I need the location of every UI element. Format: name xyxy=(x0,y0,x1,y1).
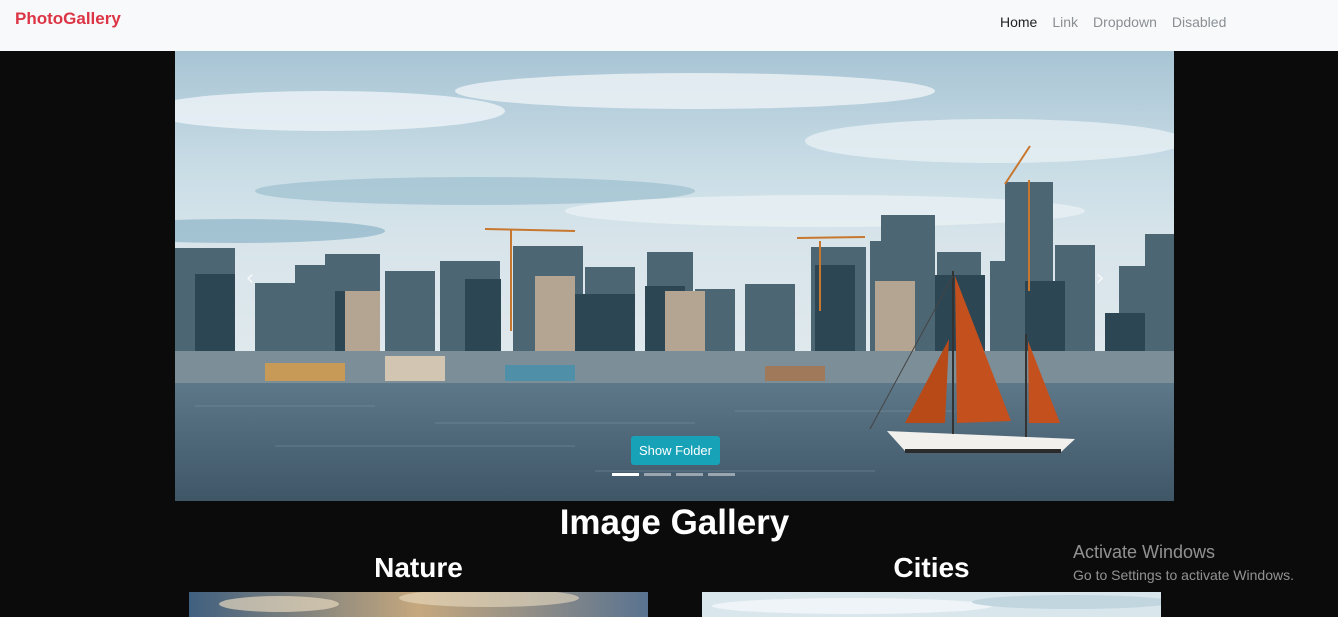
nav-disabled-link: Disabled xyxy=(1171,14,1227,30)
nav-dropdown-link[interactable]: Dropdown xyxy=(1093,14,1157,30)
watermark-title: Activate Windows xyxy=(1073,542,1216,562)
show-folder-button[interactable]: Show Folder xyxy=(631,436,720,465)
cities-image xyxy=(702,592,1161,617)
nature-thumbnail[interactable] xyxy=(189,592,648,617)
carousel-indicators xyxy=(612,473,735,476)
gallery-title: Image Gallery xyxy=(559,503,790,542)
city-skyline-image xyxy=(175,51,1174,501)
nature-image xyxy=(189,592,648,617)
carousel-indicator-3[interactable] xyxy=(676,473,703,476)
category-heading-nature: Nature xyxy=(374,552,463,583)
nav-links: Home Link Dropdown Disabled xyxy=(1000,14,1241,30)
chevron-right-icon[interactable]: › xyxy=(1085,264,1115,294)
carousel-indicator-1[interactable] xyxy=(612,473,639,476)
carousel-indicator-4[interactable] xyxy=(708,473,735,476)
nav-link-link[interactable]: Link xyxy=(1052,14,1078,30)
cities-thumbnail[interactable] xyxy=(702,592,1161,617)
nav-home-link[interactable]: Home xyxy=(1000,14,1037,30)
carousel: ‹ › Show Folder xyxy=(175,51,1174,501)
navbar: PhotoGallery Home Link Dropdown Disabled xyxy=(0,0,1338,51)
watermark-subtitle: Go to Settings to activate Windows. xyxy=(1073,567,1294,583)
chevron-left-icon[interactable]: ‹ xyxy=(235,264,265,294)
windows-activation-watermark: Activate Windows Go to Settings to activ… xyxy=(1073,542,1294,583)
carousel-indicator-2[interactable] xyxy=(644,473,671,476)
brand-link[interactable]: PhotoGallery xyxy=(15,9,121,29)
